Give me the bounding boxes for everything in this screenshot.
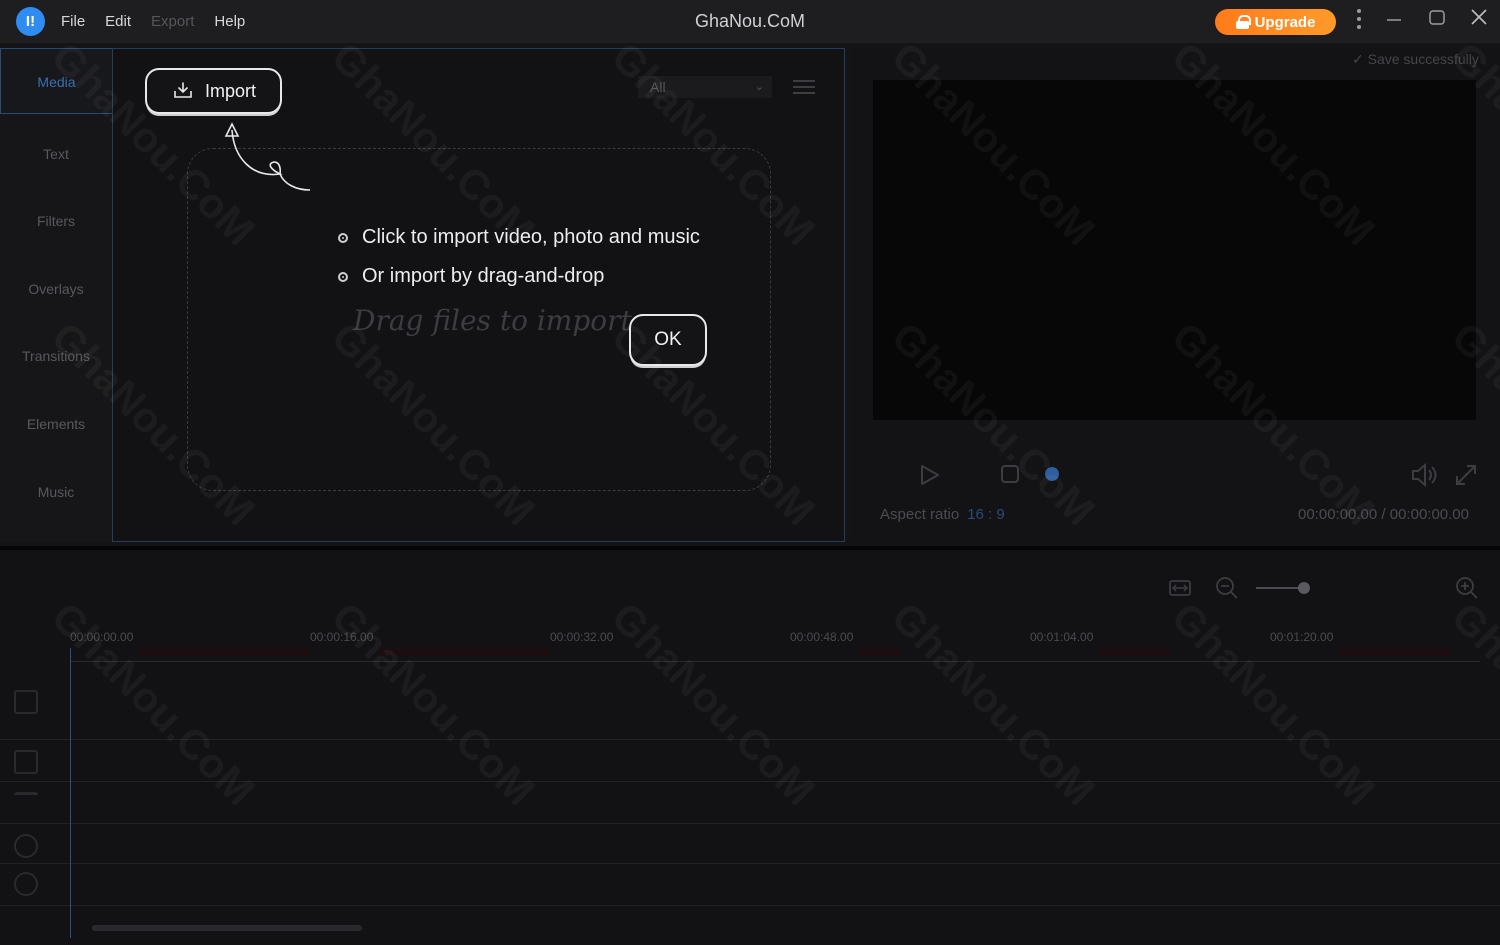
hint-text-1: Click to import video, photo and music [362, 226, 700, 248]
menu-file[interactable]: File [61, 13, 85, 30]
video-track-icon [14, 750, 38, 774]
check-circle-icon: ✓ [1352, 51, 1364, 67]
sidebar-item-elements[interactable]: Elements [0, 416, 112, 432]
timeline-ruler[interactable] [70, 648, 1480, 662]
timeline-tick: 00:00:32.00 [550, 630, 614, 644]
zoom-slider-knob[interactable] [1298, 582, 1310, 594]
timeline-tick: 00:00:00.00 [70, 630, 134, 644]
sidebar-item-text[interactable]: Text [0, 146, 112, 162]
upgrade-label: Upgrade [1254, 13, 1316, 31]
list-view-icon[interactable] [793, 80, 815, 96]
volume-icon[interactable] [1410, 462, 1438, 488]
hint-arrow [224, 122, 311, 191]
hint-line-2: Or import by drag-and-drop [338, 265, 604, 288]
sidebar-item-media[interactable]: Media [0, 48, 112, 114]
menu-help[interactable]: Help [214, 13, 245, 30]
text-track-icon [14, 792, 38, 816]
sidebar-item-overlays[interactable]: Overlays [0, 281, 112, 297]
import-button[interactable]: Import [145, 68, 282, 114]
lock-icon [1235, 15, 1251, 29]
title-bar: I! File Edit Export Help GhaNou.CoM Upgr… [0, 0, 1500, 43]
drag-files-text: Drag files to import [353, 304, 632, 337]
microphone-icon [14, 872, 38, 896]
aspect-ratio: Aspect ratio 16 : 9 [880, 506, 1005, 523]
menu-edit[interactable]: Edit [105, 13, 131, 30]
import-icon [174, 82, 192, 98]
aspect-ratio-label: Aspect ratio [880, 506, 960, 523]
timeline-tick: 00:01:20.00 [1270, 630, 1334, 644]
hint-line-1: Click to import video, photo and music [338, 226, 700, 249]
fullscreen-icon[interactable] [1453, 462, 1479, 488]
progress-knob[interactable] [1045, 467, 1059, 481]
menu-export[interactable]: Export [151, 13, 194, 30]
preview-timecode: 00:00:00.00 / 00:00:00.00 [1298, 506, 1469, 523]
minimize-icon[interactable] [1380, 8, 1408, 34]
chevron-down-icon: ⌄ [754, 81, 764, 93]
timeline-tick: 00:00:48.00 [790, 630, 854, 644]
zoom-in-icon[interactable] [1455, 576, 1479, 600]
app-logo-icon: I! [16, 7, 45, 36]
video-track-icon [14, 690, 38, 714]
save-status: ✓ Save successfully [1352, 51, 1479, 68]
timeline-tick: 00:00:16.00 [310, 630, 374, 644]
import-label: Import [204, 80, 256, 101]
sidebar-item-filters[interactable]: Filters [0, 213, 112, 229]
media-filter-select[interactable]: All ⌄ [638, 76, 772, 98]
close-icon[interactable] [1465, 8, 1493, 32]
video-track-1[interactable] [0, 664, 1500, 740]
video-track-2[interactable] [0, 740, 1500, 782]
menu-bar: File Edit Export Help [61, 13, 245, 30]
editor-window: I! File Edit Export Help GhaNou.CoM Upgr… [0, 0, 1500, 945]
bullet-icon [338, 232, 348, 243]
music-track-icon [14, 834, 38, 858]
ok-button[interactable]: OK [629, 314, 707, 366]
media-filter-value: All [650, 79, 666, 95]
fit-timeline-icon[interactable] [1168, 578, 1192, 598]
zoom-out-icon[interactable] [1215, 576, 1239, 600]
stop-icon[interactable] [998, 462, 1024, 488]
aspect-ratio-value[interactable]: 16 : 9 [967, 506, 1005, 523]
zoom-slider-track[interactable] [1256, 587, 1302, 589]
playhead[interactable] [70, 648, 71, 938]
maximize-icon[interactable] [1423, 8, 1451, 32]
bullet-icon [338, 271, 348, 282]
more-options-icon[interactable] [1345, 8, 1373, 36]
timeline-tick: 00:01:04.00 [1030, 630, 1094, 644]
upgrade-button[interactable]: Upgrade [1215, 9, 1336, 35]
text-track[interactable] [0, 782, 1500, 824]
play-icon[interactable] [916, 462, 942, 488]
sidebar-item-music[interactable]: Music [0, 484, 112, 500]
preview-screen [873, 80, 1476, 420]
voice-track[interactable] [0, 864, 1500, 906]
save-status-text: Save successfully [1367, 51, 1479, 67]
timeline-scrollbar[interactable] [92, 925, 362, 931]
hint-text-2: Or import by drag-and-drop [362, 265, 605, 287]
music-track[interactable] [0, 824, 1500, 864]
sidebar-item-transitions[interactable]: Transitions [0, 348, 112, 364]
media-sidebar: Media Text Filters Overlays Transitions … [0, 48, 112, 542]
